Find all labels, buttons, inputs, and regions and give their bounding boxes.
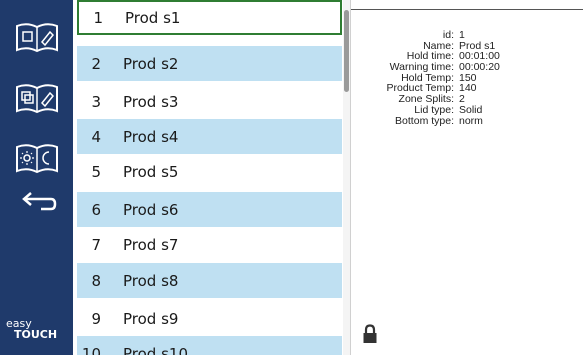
item-number: 7 bbox=[91, 235, 101, 254]
list-item[interactable]: 7 Prod s7 bbox=[77, 227, 342, 262]
item-name: Prod s9 bbox=[123, 309, 179, 328]
item-number: 8 bbox=[91, 271, 101, 290]
item-name: Prod s6 bbox=[123, 200, 179, 219]
list-item[interactable]: 4 Prod s4 bbox=[77, 119, 342, 154]
item-name: Prod s4 bbox=[123, 127, 179, 146]
list-item[interactable]: 9 Prod s9 bbox=[77, 301, 342, 336]
product-details: id: 1 Name: Prod s1 Hold time: 00:01:00 War… bbox=[352, 30, 582, 126]
item-number: 4 bbox=[91, 127, 101, 146]
item-name: Prod s7 bbox=[123, 235, 179, 254]
list-item[interactable]: 1 Prod s1 bbox=[77, 0, 342, 35]
details-top-line bbox=[351, 9, 583, 10]
lock-icon[interactable] bbox=[362, 324, 378, 344]
detail-row: Bottom type: norm bbox=[352, 114, 582, 127]
list-item[interactable]: 10 Prod s10 bbox=[77, 336, 342, 355]
sidebar: easy TOUCH bbox=[0, 0, 73, 355]
easy-touch-logo: easy TOUCH bbox=[6, 318, 70, 341]
item-name: Prod s8 bbox=[123, 271, 179, 290]
logo-line2: TOUCH bbox=[14, 328, 58, 341]
detail-label: Bottom type: bbox=[395, 114, 454, 127]
day-night-icon[interactable] bbox=[14, 140, 60, 176]
detail-row: Lid type: Solid bbox=[352, 105, 582, 116]
item-name: Prod s5 bbox=[123, 162, 179, 181]
scrollbar-thumb[interactable] bbox=[344, 10, 349, 92]
product-list: 1 Prod s1 2 Prod s2 3 Prod s3 4 Prod s4 … bbox=[77, 0, 342, 355]
item-number: 2 bbox=[91, 54, 101, 73]
list-item[interactable]: 2 Prod s2 bbox=[77, 46, 342, 81]
item-number: 9 bbox=[91, 309, 101, 328]
item-number: 6 bbox=[91, 200, 101, 219]
detail-value: norm bbox=[459, 114, 483, 127]
panel-divider bbox=[350, 0, 351, 355]
recipe-copy-icon[interactable] bbox=[14, 80, 60, 116]
recipe-edit-icon[interactable] bbox=[14, 19, 60, 55]
back-arrow-icon[interactable] bbox=[14, 184, 60, 220]
item-name: Prod s1 bbox=[125, 8, 181, 27]
list-item[interactable]: 5 Prod s5 bbox=[77, 154, 342, 189]
list-item[interactable]: 8 Prod s8 bbox=[77, 263, 342, 298]
list-scrollbar[interactable] bbox=[343, 0, 350, 355]
item-name: Prod s3 bbox=[123, 92, 179, 111]
item-name: Prod s10 bbox=[123, 344, 188, 355]
detail-row: Product Temp: 140 bbox=[352, 83, 582, 94]
item-number: 3 bbox=[91, 92, 101, 111]
detail-value: Solid bbox=[459, 103, 483, 116]
detail-label: Lid type: bbox=[414, 103, 454, 116]
list-item[interactable]: 3 Prod s3 bbox=[77, 84, 342, 119]
item-name: Prod s2 bbox=[123, 54, 179, 73]
item-number: 10 bbox=[81, 344, 101, 355]
item-number: 5 bbox=[91, 162, 101, 181]
list-item[interactable]: 6 Prod s6 bbox=[77, 192, 342, 227]
item-number: 1 bbox=[93, 8, 103, 27]
